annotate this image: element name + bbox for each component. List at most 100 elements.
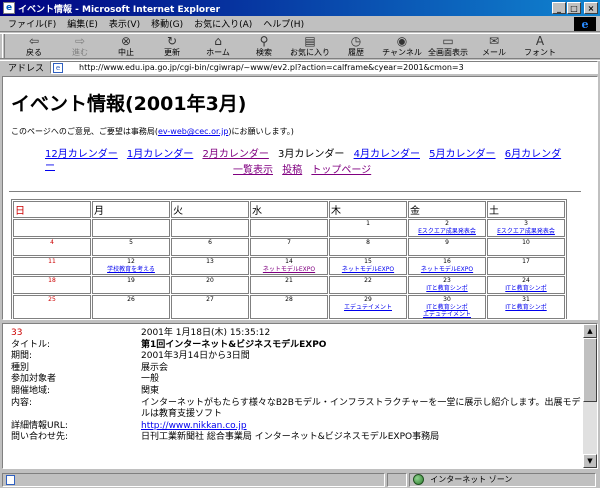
nav-jan-calendar[interactable]: 1月カレンダー [127, 149, 193, 160]
calendar-event-link[interactable]: 学校教育を考える [93, 266, 169, 273]
detail-row: 参加対象者 一般 [11, 374, 583, 386]
refresh-icon: ↻ [166, 34, 178, 48]
favorites-button[interactable]: ▤ お気に入り [287, 34, 333, 59]
calendar-header-row: 日 月 火 水 木 金 土 [13, 201, 565, 218]
calendar-day-cell: 14 ネットモデルEXPO [250, 257, 328, 275]
detail-value: 2001年3月14日から3日間 [141, 351, 250, 362]
menu-bar: ファイル(F) 編集(E) 表示(V) 移動(G) お気に入り(A) ヘルプ(H… [0, 16, 600, 32]
forward-button[interactable]: ⇨ 進む [57, 34, 103, 59]
detail-key: 参加対象者 [11, 374, 57, 385]
divider [9, 191, 581, 193]
menu-view[interactable]: 表示(V) [109, 17, 140, 30]
close-button[interactable]: × [584, 2, 598, 14]
nav-mar-calendar-current: 3月カレンダー [278, 149, 345, 160]
scroll-down-button[interactable]: ▼ [583, 454, 597, 468]
detail-value: 関東 [141, 385, 160, 396]
posted-timestamp: 2001年 1月18日(木) 15:35:12 [141, 328, 271, 338]
minimize-button[interactable]: _ [552, 2, 566, 14]
detail-url-link[interactable]: http://www.nikkan.co.jp [141, 421, 247, 431]
mail-button[interactable]: ✉ メール [471, 34, 517, 59]
day-number: 17 [522, 258, 530, 265]
calendar-event-link[interactable]: ITと教育シンポ [409, 285, 485, 292]
day-number: 13 [206, 258, 214, 265]
calendar-day-cell: 3 Eスクエア成果発表会 [487, 219, 565, 237]
weekday-wed: 水 [250, 201, 328, 218]
calendar-event-link[interactable]: ネットモデルEXPO [251, 266, 327, 273]
list-view-link[interactable]: 一覧表示 [233, 165, 273, 176]
page-icon: e [53, 62, 64, 73]
back-button[interactable]: ⇦ 戻る [11, 34, 57, 59]
mail-icon: ✉ [488, 34, 500, 48]
day-number: 8 [366, 239, 370, 246]
contact-line: このページへのご意見、ご要望は事務局(ev-web@cec.or.jp)にお願い… [11, 127, 294, 136]
font-button[interactable]: A フォント [517, 34, 563, 59]
calendar-event-link[interactable]: エデュテイメント [330, 304, 406, 311]
calendar-day-cell: 1 [329, 219, 407, 237]
search-icon: ⚲ [259, 34, 269, 48]
stop-button[interactable]: ⊗ 中止 [103, 34, 149, 59]
top-page-link[interactable]: トップページ [311, 165, 371, 176]
calendar-event-link[interactable]: ITと教育シンポ [488, 285, 564, 292]
calendar-event-link[interactable]: Eスクエア成果発表会 [488, 228, 564, 235]
calendar-event-link[interactable]: ネットモデルEXPO [409, 266, 485, 273]
address-input[interactable]: e http://www.edu.ipa.go.jp/cgi-bin/cgiwr… [50, 61, 598, 74]
nav-apr-calendar[interactable]: 4月カレンダー [354, 149, 420, 160]
stop-icon: ⊗ [120, 34, 132, 48]
day-number: 25 [48, 296, 56, 303]
done-page-icon [6, 474, 15, 485]
calendar-day-cell: 10 [487, 238, 565, 256]
toolbar: ⇦ 戻る ⇨ 進む ⊗ 中止 ↻ 更新 ⌂ ホーム ⚲ 検索 ▤ お気に入り ◷… [0, 33, 600, 59]
detail-frame: 33 2001年 1月18日(木) 15:35:12 タイトル: 第1回インターネ… [2, 323, 598, 469]
ie-app-icon[interactable]: e [3, 2, 15, 14]
status-zone: インターネット ゾーン [409, 472, 596, 487]
menu-go[interactable]: 移動(G) [151, 17, 183, 30]
calendar-event-link[interactable]: ITと教育シンポ [488, 304, 564, 311]
detail-row-id: 33 2001年 1月18日(木) 15:35:12 [11, 328, 583, 340]
calendar-week-row: 18 19 20 21 22 23 ITと教育シンポ 24 ITと教育シンポ [13, 276, 565, 294]
search-button[interactable]: ⚲ 検索 [241, 34, 287, 59]
calendar-day-cell: 31 ITと教育シンポ [487, 295, 565, 319]
channels-icon: ◉ [396, 34, 408, 48]
day-number: 1 [366, 220, 370, 227]
nav-feb-calendar[interactable]: 2月カレンダー [202, 149, 268, 160]
menu-help[interactable]: ヘルプ(H) [263, 17, 304, 30]
detail-value: 第1回インターネット&ビジネスモデルEXPO [141, 339, 327, 350]
calendar-day-cell: 7 [250, 238, 328, 256]
post-link[interactable]: 投稿 [282, 165, 302, 176]
day-number: 10 [522, 239, 530, 246]
home-button[interactable]: ⌂ ホーム [195, 34, 241, 59]
calendar-table: 日 月 火 水 木 金 土 1 2 Eスクエア成果発表会 3 Eスクエア成果発表会 4 5 6… [11, 199, 567, 319]
calendar-day-cell [92, 219, 170, 237]
maximize-button[interactable]: □ [567, 2, 581, 14]
refresh-button[interactable]: ↻ 更新 [149, 34, 195, 59]
menu-file[interactable]: ファイル(F) [8, 17, 56, 30]
menu-favorites[interactable]: お気に入り(A) [194, 17, 252, 30]
scroll-up-button[interactable]: ▲ [583, 324, 597, 338]
menu-edit[interactable]: 編集(E) [67, 17, 98, 30]
calendar-day-cell: 8 [329, 238, 407, 256]
day-number: 18 [48, 277, 56, 284]
detail-row: 開催地域: 関東 [11, 386, 583, 398]
calendar-event-link[interactable]: エデュテイメント [409, 311, 485, 318]
day-number: 20 [206, 277, 214, 284]
calendar-event-link[interactable]: Eスクエア成果発表会 [409, 228, 485, 235]
toolbar-grip[interactable] [2, 34, 5, 58]
internet-globe-icon [413, 474, 425, 485]
fullscreen-button[interactable]: ▭ 全画面表示 [425, 34, 471, 59]
history-button[interactable]: ◷ 履歴 [333, 34, 379, 59]
day-number: 3 [524, 220, 528, 227]
back-arrow-icon: ⇦ [28, 34, 40, 48]
calendar-event-link[interactable]: ITと教育シンポ [409, 304, 485, 311]
nav-dec-calendar[interactable]: 12月カレンダー [45, 149, 118, 160]
channels-button[interactable]: ◉ チャンネル [379, 34, 425, 59]
day-number: 23 [443, 277, 451, 284]
event-id: 33 [11, 328, 23, 338]
day-number: 9 [445, 239, 449, 246]
status-main [2, 472, 386, 487]
calendar-day-cell: 6 [171, 238, 249, 256]
scroll-thumb[interactable] [583, 338, 597, 402]
vertical-scrollbar[interactable]: ▲ ▼ [583, 324, 597, 468]
calendar-event-link[interactable]: ネットモデルEXPO [330, 266, 406, 273]
contact-email-link[interactable]: ev-web@cec.or.jp [158, 127, 228, 136]
nav-may-calendar[interactable]: 5月カレンダー [429, 149, 495, 160]
